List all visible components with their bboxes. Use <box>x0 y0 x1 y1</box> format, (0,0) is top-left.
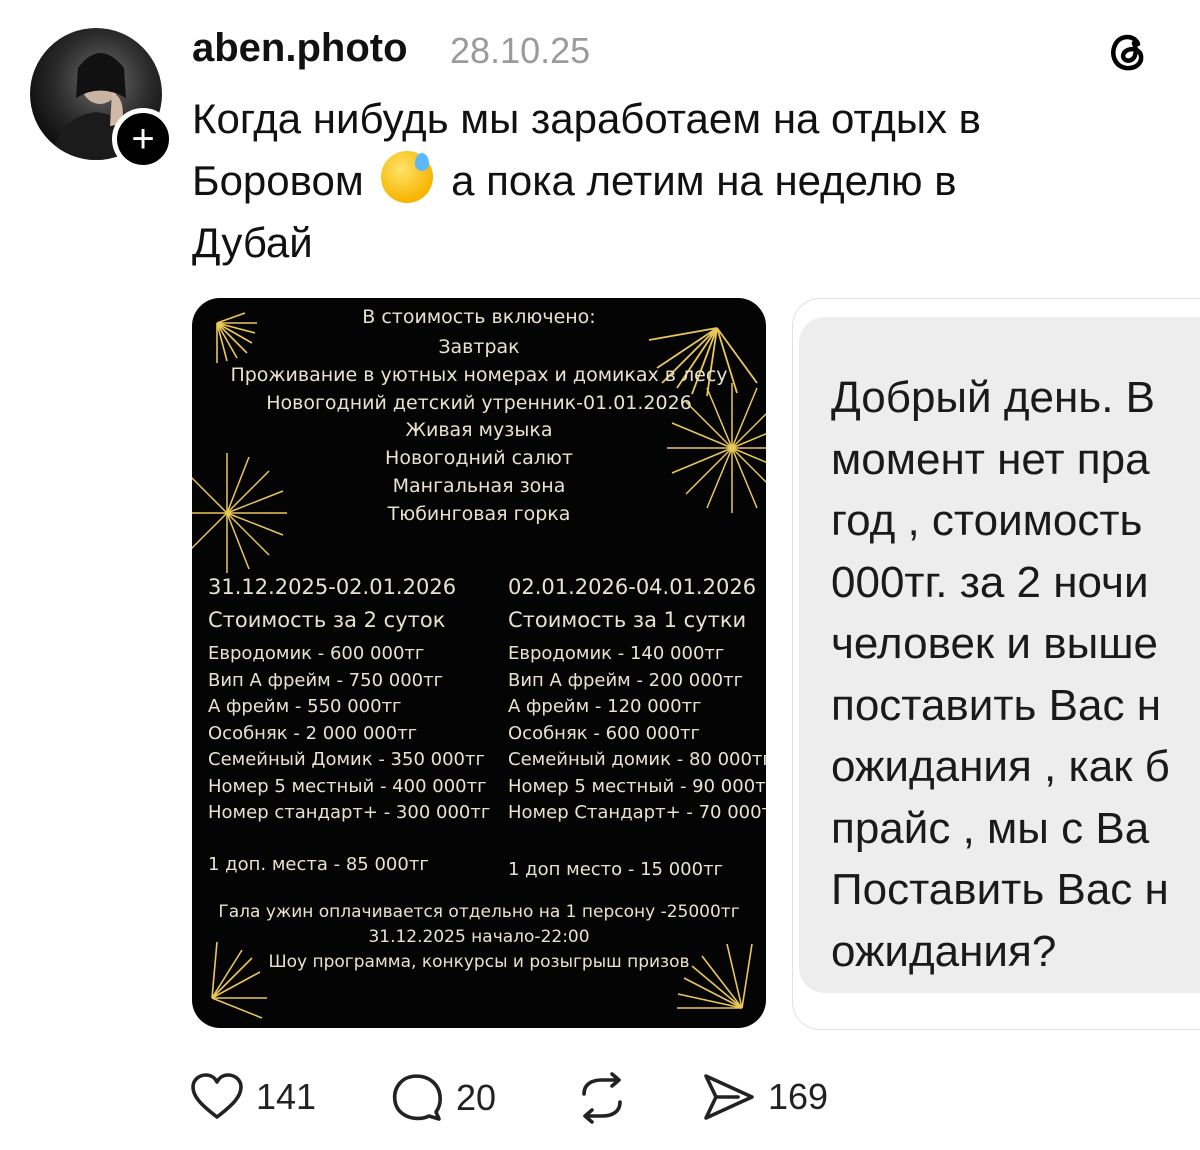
price-list-image[interactable]: В стоимость включено: Завтрак Проживание… <box>192 298 766 1028</box>
included-item: Тюбинговая горка <box>387 502 571 525</box>
message-bubble: Добрый день. В момент нет пра год , стои… <box>799 317 1200 993</box>
like-count: 141 <box>256 1076 317 1117</box>
comment-button[interactable]: 20 <box>390 1072 496 1124</box>
repost-button[interactable] <box>574 1072 630 1124</box>
price-row: Семейный Домик - 350 000тг <box>208 749 485 770</box>
comment-icon <box>392 1074 442 1121</box>
price-row: Вип А фрейм - 200 000тг <box>508 669 744 691</box>
price-row: Номер 5 местный - 400 000тг <box>208 775 487 797</box>
price-row: Особняк - 2 000 000тг <box>208 722 418 744</box>
post-caption: Когда нибудь мы заработаем на отдых в Бо… <box>192 88 1152 274</box>
sweat-smile-emoji-icon <box>381 151 434 203</box>
caption-line-1: Когда нибудь мы заработаем на отдых в <box>192 95 981 142</box>
like-button[interactable]: 141 <box>190 1072 316 1122</box>
left-dates: 31.12.2025-02.01.2026 <box>208 575 457 599</box>
username[interactable]: aben.photo <box>192 26 408 71</box>
message-line: ожидания? <box>831 926 1057 976</box>
right-dates: 02.01.2026-04.01.2026 <box>508 575 757 599</box>
repost-icon <box>582 1072 622 1124</box>
price-row: Особняк - 600 000тг <box>508 722 700 744</box>
price-row: А фрейм - 120 000тг <box>508 696 702 717</box>
price-row: Евродомик - 600 000тг <box>208 643 425 664</box>
price-row: Вип А фрейм - 750 000тг <box>208 669 444 691</box>
left-label: Стоимость за 2 суток <box>208 607 446 632</box>
included-item: Новогодний детский утренник-01.01.2026 <box>266 391 692 414</box>
message-line: год , стоимость <box>831 496 1143 545</box>
included-item: Завтрак <box>438 336 520 358</box>
follow-plus-button[interactable]: + <box>112 108 174 170</box>
send-icon <box>704 1074 754 1120</box>
price-row: Номер 5 местный - 90 000тг <box>508 775 766 797</box>
message-line: поставить Вас н <box>831 680 1162 730</box>
comment-count: 20 <box>456 1077 497 1118</box>
price-row: А фрейм - 550 000тг <box>208 696 402 717</box>
share-count: 169 <box>768 1076 829 1117</box>
message-line: ожидания , как б <box>831 742 1170 791</box>
price-column-right: 02.01.2026-04.01.2026 Стоимость за 1 сут… <box>508 574 766 883</box>
included-item: Новогодний салют <box>385 447 573 470</box>
right-extra: 1 доп место - 15 000тг <box>508 858 724 880</box>
message-line: Поставить Вас н <box>831 865 1169 914</box>
footer-line: Шоу программа, конкурсы и розыгрыш призо… <box>268 952 690 972</box>
chat-screenshot-image[interactable]: Добрый день. В момент нет пра год , стои… <box>792 298 1200 1030</box>
caption-line-3: Дубай <box>192 219 313 266</box>
footer-line: 31.12.2025 начало-22:00 <box>368 927 590 947</box>
caption-text-b: а пока летим на неделю в <box>451 157 957 204</box>
caption-text-a: Боровом <box>192 157 364 204</box>
left-extra: 1 доп. места - 85 000тг <box>208 853 429 875</box>
right-label: Стоимость за 1 сутки <box>508 607 747 632</box>
share-button[interactable]: 169 <box>702 1072 828 1122</box>
footer-line: Гала ужин оплачивается отдельно на 1 пер… <box>218 902 740 922</box>
post-date: 28.10.25 <box>450 30 591 71</box>
included-title: В стоимость включено: <box>362 306 596 328</box>
message-line: прайс , мы с Ва <box>831 803 1150 853</box>
message-text: Добрый день. В момент нет пра год , стои… <box>831 367 1200 982</box>
message-line: 000тг. за 2 ночи <box>831 557 1149 607</box>
price-row: Евродомик - 140 000тг <box>508 643 725 664</box>
included-item: Мангальная зона <box>392 474 566 497</box>
price-row: Номер Стандарт+ - 70 000тг <box>508 802 766 823</box>
message-line: человек и выше <box>831 619 1158 668</box>
price-row: Семейный домик - 80 000тг <box>508 749 766 770</box>
caption-line-2: Боровом а пока летим на неделю в <box>192 150 1152 212</box>
message-line: Добрый день. В <box>831 373 1156 422</box>
price-row: Номер стандарт+ - 300 000тг <box>208 802 491 823</box>
threads-icon[interactable] <box>1104 26 1152 74</box>
included-item: Проживание в уютных номерах и домиках в … <box>230 363 728 386</box>
included-list: Завтрак Проживание в уютных номерах и до… <box>192 334 766 529</box>
price-column-left: 31.12.2025-02.01.2026 Стоимость за 2 сут… <box>208 574 490 878</box>
included-item: Живая музыка <box>405 419 553 442</box>
message-line: момент нет пра <box>831 434 1150 484</box>
heart-icon <box>191 1073 243 1119</box>
image-footer: Гала ужин оплачивается отдельно на 1 пер… <box>192 900 766 975</box>
